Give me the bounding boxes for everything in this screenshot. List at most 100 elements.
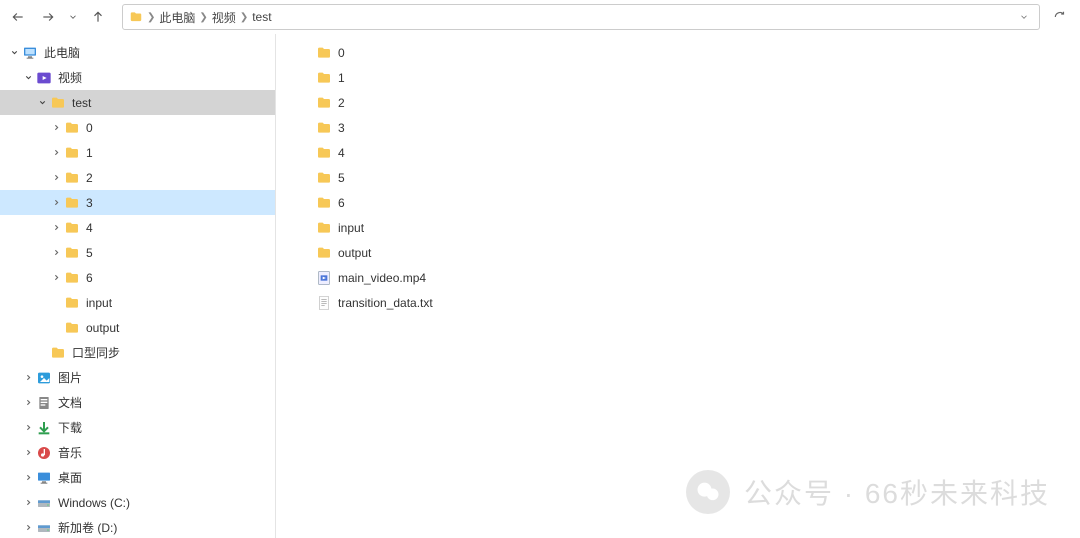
chevron-down-icon[interactable] bbox=[6, 48, 22, 57]
file-item[interactable]: 5 bbox=[276, 165, 1080, 190]
chevron-right-icon[interactable] bbox=[20, 373, 36, 382]
chevron-right-icon[interactable] bbox=[20, 398, 36, 407]
tree-item[interactable]: 0 bbox=[0, 115, 275, 140]
drive-icon bbox=[36, 520, 52, 536]
file-item[interactable]: main_video.mp4 bbox=[276, 265, 1080, 290]
chevron-right-icon[interactable] bbox=[48, 248, 64, 257]
breadcrumb-root-icon[interactable]: ❯ bbox=[129, 10, 155, 24]
tree-item[interactable]: 文档 bbox=[0, 390, 275, 415]
tree-item[interactable]: input bbox=[0, 290, 275, 315]
up-button[interactable] bbox=[84, 3, 112, 31]
tree-item[interactable]: 3 bbox=[0, 190, 275, 215]
file-item[interactable]: 6 bbox=[276, 190, 1080, 215]
download-icon bbox=[36, 420, 52, 436]
chevron-down-icon[interactable] bbox=[34, 98, 50, 107]
folder-icon bbox=[316, 220, 332, 236]
tree-item[interactable]: test bbox=[0, 90, 275, 115]
chevron-right-icon[interactable] bbox=[48, 198, 64, 207]
address-dropdown-icon[interactable] bbox=[1015, 12, 1033, 22]
tree-item-label: input bbox=[86, 296, 267, 310]
breadcrumb-label: 此电脑 bbox=[159, 9, 195, 26]
chevron-right-icon[interactable] bbox=[48, 273, 64, 282]
file-name: transition_data.txt bbox=[338, 296, 1072, 310]
folder-icon bbox=[316, 170, 332, 186]
tree-item-label: 4 bbox=[86, 221, 267, 235]
tree-item-label: 文档 bbox=[58, 394, 267, 411]
tree-item-label: 2 bbox=[86, 171, 267, 185]
refresh-button[interactable] bbox=[1046, 4, 1074, 30]
tree-item[interactable]: 桌面 bbox=[0, 465, 275, 490]
chevron-right-icon[interactable] bbox=[20, 498, 36, 507]
file-item[interactable]: 2 bbox=[276, 90, 1080, 115]
tree-item[interactable]: 图片 bbox=[0, 365, 275, 390]
file-name: input bbox=[338, 221, 1072, 235]
folder-icon bbox=[316, 120, 332, 136]
folder-icon bbox=[64, 120, 80, 136]
chevron-right-icon[interactable] bbox=[20, 448, 36, 457]
tree-item[interactable]: 2 bbox=[0, 165, 275, 190]
pictures-icon bbox=[36, 370, 52, 386]
folder-icon bbox=[64, 195, 80, 211]
file-item[interactable]: 0 bbox=[276, 40, 1080, 65]
breadcrumb-seg[interactable]: 此电脑 ❯ bbox=[159, 9, 207, 26]
chevron-down-icon[interactable] bbox=[20, 73, 36, 82]
file-name: output bbox=[338, 246, 1072, 260]
chevron-right-icon[interactable] bbox=[20, 523, 36, 532]
file-item[interactable]: 1 bbox=[276, 65, 1080, 90]
tree-item-label: 此电脑 bbox=[44, 44, 267, 61]
chevron-right-icon[interactable] bbox=[20, 423, 36, 432]
back-button[interactable] bbox=[4, 3, 32, 31]
chevron-right-icon[interactable] bbox=[48, 148, 64, 157]
tree-item-label: 视频 bbox=[58, 69, 267, 86]
tree-item[interactable]: 4 bbox=[0, 215, 275, 240]
tree-item[interactable]: 音乐 bbox=[0, 440, 275, 465]
breadcrumb-label: test bbox=[252, 10, 271, 24]
file-name: 3 bbox=[338, 121, 1072, 135]
tree-item[interactable]: 口型同步 bbox=[0, 340, 275, 365]
chevron-right-icon[interactable] bbox=[20, 473, 36, 482]
tree-item-label: 0 bbox=[86, 121, 267, 135]
tree-item[interactable]: 下载 bbox=[0, 415, 275, 440]
tree-item[interactable]: Windows (C:) bbox=[0, 490, 275, 515]
forward-button[interactable] bbox=[34, 3, 62, 31]
tree-item[interactable]: 1 bbox=[0, 140, 275, 165]
tree-item-label: 3 bbox=[86, 196, 267, 210]
file-item[interactable]: output bbox=[276, 240, 1080, 265]
desktop-icon bbox=[36, 470, 52, 486]
file-item[interactable]: transition_data.txt bbox=[276, 290, 1080, 315]
tree-item-label: 音乐 bbox=[58, 444, 267, 461]
file-item[interactable]: input bbox=[276, 215, 1080, 240]
videofile-icon bbox=[316, 270, 332, 286]
chevron-right-icon: ❯ bbox=[199, 12, 207, 23]
chevron-right-icon[interactable] bbox=[48, 173, 64, 182]
chevron-right-icon: ❯ bbox=[240, 12, 248, 23]
file-item[interactable]: 4 bbox=[276, 140, 1080, 165]
tree-item-label: 1 bbox=[86, 146, 267, 160]
file-name: 4 bbox=[338, 146, 1072, 160]
recent-locations-dropdown[interactable] bbox=[64, 3, 82, 31]
tree-item[interactable]: 视频 bbox=[0, 65, 275, 90]
folder-icon bbox=[316, 95, 332, 111]
folder-icon bbox=[64, 220, 80, 236]
tree-item[interactable]: output bbox=[0, 315, 275, 340]
file-list: 0 1 2 3 4 56 input output main_video.mp4 transiti… bbox=[276, 34, 1080, 538]
tree-item-label: 桌面 bbox=[58, 469, 267, 486]
breadcrumb-seg[interactable]: test bbox=[252, 10, 271, 24]
file-name: 0 bbox=[338, 46, 1072, 60]
file-item[interactable]: 3 bbox=[276, 115, 1080, 140]
tree-item-label: test bbox=[72, 96, 267, 110]
nav-bar: ❯ 此电脑 ❯ 视频 ❯ test bbox=[0, 0, 1080, 34]
tree-item[interactable]: 新加卷 (D:) bbox=[0, 515, 275, 538]
docs-icon bbox=[36, 395, 52, 411]
tree-item[interactable]: 6 bbox=[0, 265, 275, 290]
tree-item[interactable]: 5 bbox=[0, 240, 275, 265]
folder-icon bbox=[316, 145, 332, 161]
tree-item-label: 下载 bbox=[58, 419, 267, 436]
file-name: 2 bbox=[338, 96, 1072, 110]
chevron-right-icon[interactable] bbox=[48, 223, 64, 232]
video-icon bbox=[36, 70, 52, 86]
chevron-right-icon[interactable] bbox=[48, 123, 64, 132]
address-bar[interactable]: ❯ 此电脑 ❯ 视频 ❯ test bbox=[122, 4, 1040, 30]
tree-item[interactable]: 此电脑 bbox=[0, 40, 275, 65]
breadcrumb-seg[interactable]: 视频 ❯ bbox=[212, 9, 248, 26]
